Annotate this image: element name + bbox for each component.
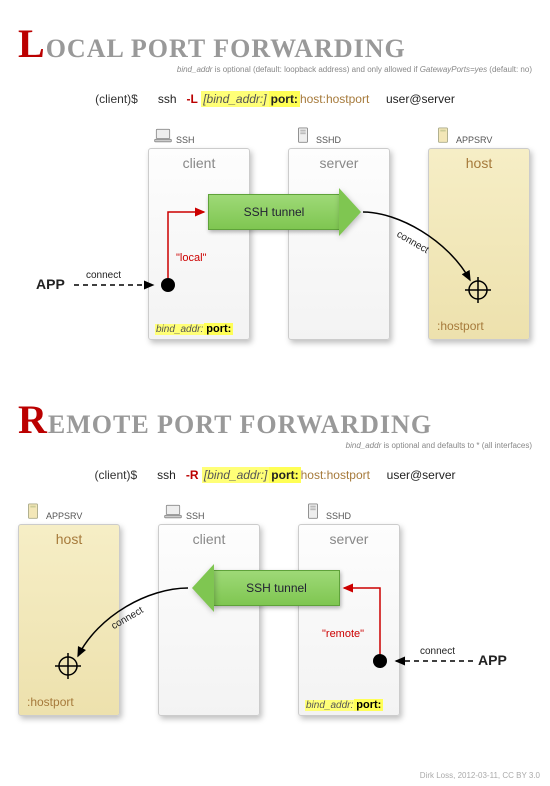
local-diagram: SSH client bind_addr:port: SSHD server A… bbox=[18, 120, 532, 360]
remote-arrows bbox=[18, 496, 538, 736]
remote-title-letter: R bbox=[18, 397, 48, 442]
local-command: (client)$ ssh -L [bind_addr:]port:host:h… bbox=[18, 92, 532, 106]
remote-title-rest: emote Port Forwarding bbox=[48, 410, 432, 439]
footer-credit: Dirk Loss, 2012-03-11, CC BY 3.0 bbox=[420, 771, 540, 780]
remote-title: Remote Port Forwarding bbox=[18, 396, 532, 443]
local-title-rest: ocal Port Forwarding bbox=[46, 34, 406, 63]
local-title: Local Port Forwarding bbox=[18, 20, 532, 67]
local-title-letter: L bbox=[18, 21, 46, 66]
remote-command: (client)$ ssh -R [bind_addr:]port:host:h… bbox=[18, 468, 532, 482]
remote-diagram: APPSRV host :hostport SSH client SSHD se… bbox=[18, 496, 532, 736]
local-arrows bbox=[18, 120, 538, 360]
